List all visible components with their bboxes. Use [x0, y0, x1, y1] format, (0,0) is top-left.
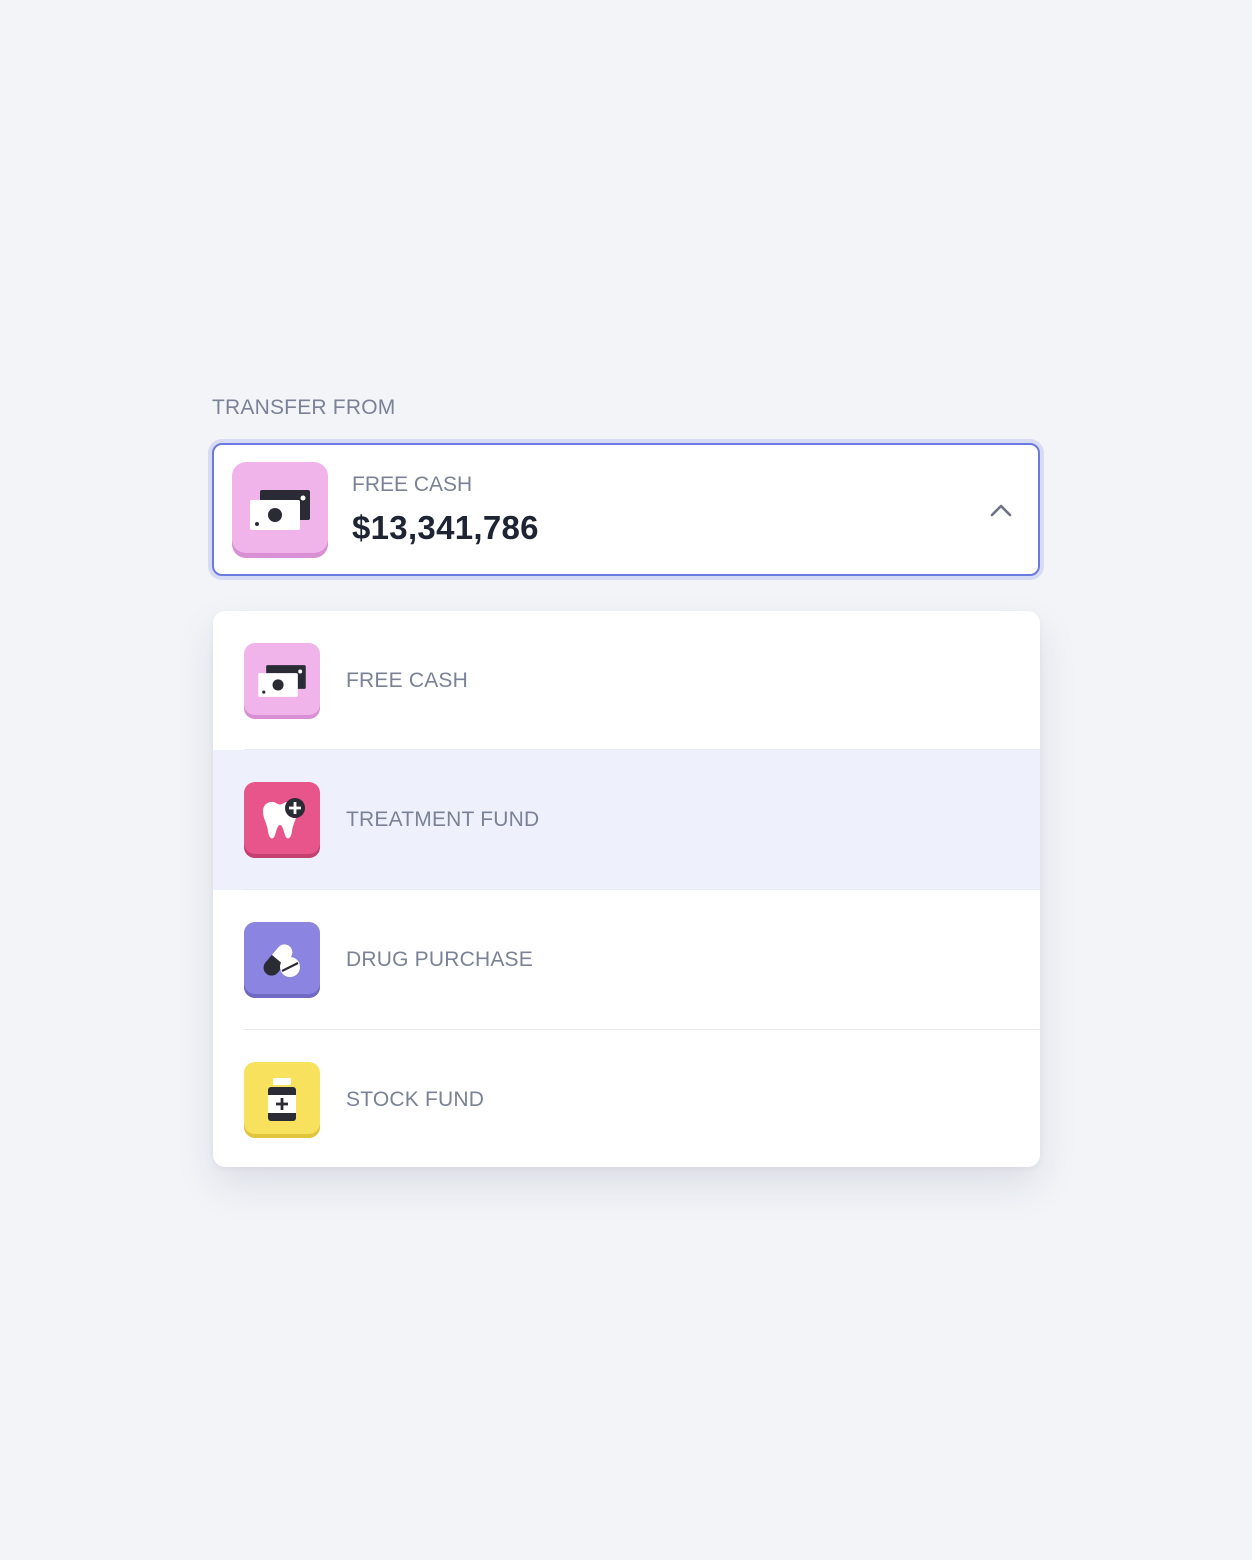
pill-icon — [244, 922, 320, 998]
chevron-up-icon[interactable] — [988, 497, 1014, 523]
tooth-icon — [244, 782, 320, 858]
account-dropdown-list: FREE CASH TREATMENT FUND DRUG PURCHASE S… — [213, 611, 1040, 1167]
option-label: TREATMENT FUND — [346, 808, 540, 831]
cash-icon — [244, 642, 320, 719]
option-label: FREE CASH — [346, 668, 468, 692]
option-label: DRUG PURCHASE — [346, 948, 533, 971]
option-drug-purchase[interactable]: DRUG PURCHASE — [213, 890, 1040, 1030]
selected-account-amount: $13,341,786 — [352, 509, 539, 546]
option-treatment-fund[interactable]: TREATMENT FUND — [213, 750, 1040, 890]
option-free-cash[interactable]: FREE CASH — [213, 611, 1040, 750]
selected-account-title: FREE CASH — [352, 473, 473, 496]
option-label: STOCK FUND — [346, 1088, 485, 1111]
option-stock-fund[interactable]: STOCK FUND — [213, 1030, 1040, 1167]
transfer-from-label: TRANSFER FROM — [212, 396, 396, 419]
cash-icon — [232, 462, 328, 558]
medicine-bottle-icon — [244, 1062, 320, 1138]
transfer-from-select[interactable]: FREE CASH $13,341,786 — [212, 443, 1040, 576]
